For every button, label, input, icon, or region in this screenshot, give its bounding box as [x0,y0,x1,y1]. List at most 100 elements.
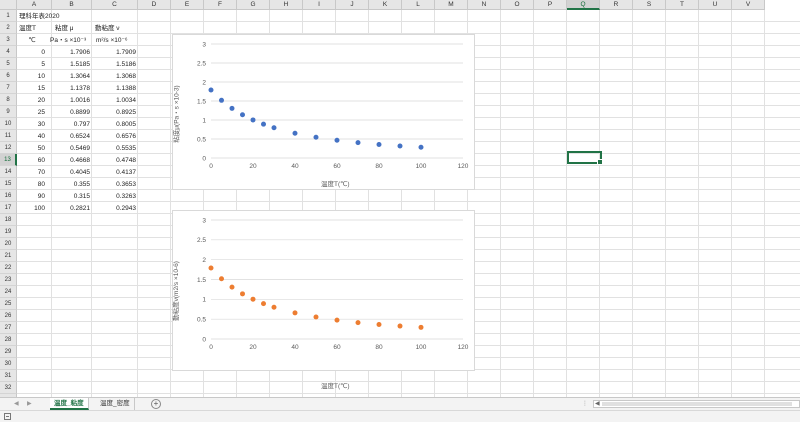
row-header-29[interactable]: 29 [0,346,17,358]
row-header-31[interactable]: 31 [0,370,17,382]
cell-viscosity[interactable]: 0.6524 [52,131,92,143]
column-header-H[interactable]: H [270,0,303,10]
row-header-32[interactable]: 32 [0,382,17,394]
column-header-N[interactable]: N [468,0,501,10]
macro-record-icon[interactable] [4,413,11,420]
cell-kinematic-viscosity[interactable]: 0.2943 [92,203,138,215]
row-header-8[interactable]: 8 [0,94,17,106]
column-header-M[interactable]: M [435,0,468,10]
row-header-5[interactable]: 5 [0,58,17,70]
scroll-left-arrow-icon[interactable]: ◀ [595,400,600,407]
horizontal-scrollbar[interactable]: ◀ [593,400,800,408]
row-header-26[interactable]: 26 [0,310,17,322]
cell-viscosity[interactable]: 0.315 [52,191,92,203]
row-header-3[interactable]: 3 [0,34,17,46]
cell-C2-kinematic-viscosity-header[interactable]: 動粘度 ν [93,23,122,35]
row-header-16[interactable]: 16 [0,190,17,202]
cell-temperature[interactable]: 20 [17,95,47,107]
column-header-F[interactable]: F [204,0,237,10]
tab-temperature-density[interactable]: 温度_密度 [96,398,135,410]
tab-temperature-viscosity[interactable]: 温度_粘度 [50,398,89,410]
row-header-22[interactable]: 22 [0,262,17,274]
row-header-11[interactable]: 11 [0,130,17,142]
cell-C3-unit[interactable]: m²/s ×10⁻⁶ [94,35,130,47]
tab-split-handle-icon[interactable]: ⋮ [582,400,588,407]
row-header-17[interactable]: 17 [0,202,17,214]
column-header-I[interactable]: I [303,0,336,10]
cell-kinematic-viscosity[interactable]: 1.3068 [92,71,138,83]
cell-kinematic-viscosity[interactable]: 0.8925 [92,107,138,119]
cell-A2-temperature-header[interactable]: 温度T [17,23,38,35]
row-header-20[interactable]: 20 [0,238,17,250]
cell-viscosity[interactable]: 0.5469 [52,143,92,155]
column-header-U[interactable]: U [699,0,732,10]
row-header-12[interactable]: 12 [0,142,17,154]
row-header-25[interactable]: 25 [0,298,17,310]
row-header-10[interactable]: 10 [0,118,17,130]
cell-temperature[interactable]: 40 [17,131,47,143]
cell-temperature[interactable]: 80 [17,179,47,191]
cell-kinematic-viscosity[interactable]: 0.3653 [92,179,138,191]
row-header-13[interactable]: 13 [0,154,17,166]
prev-sheet-arrow-icon[interactable]: ◀ [14,400,19,407]
worksheet-grid[interactable]: ABCDEFGHIJKLMNOPQRSTUV 1 2 3 4 5 6 7 8 9 10 11 12 13… [0,0,800,397]
column-header-B[interactable]: B [52,0,92,10]
row-header-14[interactable]: 14 [0,166,17,178]
cell-temperature[interactable]: 0 [17,47,47,59]
next-sheet-arrow-icon[interactable]: ▶ [27,400,32,407]
column-header-E[interactable]: E [171,0,204,10]
row-header-28[interactable]: 28 [0,334,17,346]
cell-viscosity[interactable]: 0.4045 [52,167,92,179]
cell-viscosity[interactable]: 0.355 [52,179,92,191]
kinematic-viscosity-chart[interactable]: 0 0.5 1 1.5 2 2.5 3 0 20 40 60 80 100 120 動粘度ν(m2/s ×… [172,210,475,390]
cell-temperature[interactable]: 70 [17,167,47,179]
cell-temperature[interactable]: 30 [17,119,47,131]
column-header-O[interactable]: O [501,0,534,10]
cell-kinematic-viscosity[interactable]: 1.1388 [92,83,138,95]
cell-viscosity[interactable]: 1.7906 [52,47,92,59]
column-header-C[interactable]: C [92,0,138,10]
cell-temperature[interactable]: 100 [17,203,47,215]
row-header-19[interactable]: 19 [0,226,17,238]
cell-temperature[interactable]: 90 [17,191,47,203]
column-header-V[interactable]: V [732,0,765,10]
cell-kinematic-viscosity[interactable]: 0.4137 [92,167,138,179]
cell-kinematic-viscosity[interactable]: 0.8005 [92,119,138,131]
row-header-24[interactable]: 24 [0,286,17,298]
cell-temperature[interactable]: 10 [17,71,47,83]
select-all-corner[interactable] [0,0,17,10]
cell-temperature[interactable]: 60 [17,155,47,167]
cell-temperature[interactable]: 5 [17,59,47,71]
cell-temperature[interactable]: 25 [17,107,47,119]
cell-viscosity[interactable]: 0.4668 [52,155,92,167]
cell-B2-viscosity-header[interactable]: 粘度 μ [53,23,76,35]
row-header-18[interactable]: 18 [0,214,17,226]
selected-cell-Q13[interactable] [567,151,603,165]
column-header-P[interactable]: P [534,0,567,10]
row-header-7[interactable]: 7 [0,82,17,94]
row-header-21[interactable]: 21 [0,250,17,262]
row-header-23[interactable]: 23 [0,274,17,286]
cell-viscosity[interactable]: 1.0016 [52,95,92,107]
column-header-G[interactable]: G [237,0,270,10]
row-header-6[interactable]: 6 [0,70,17,82]
cell-kinematic-viscosity[interactable]: 0.3263 [92,191,138,203]
cell-viscosity[interactable]: 1.1378 [52,83,92,95]
cell-viscosity[interactable]: 1.5185 [52,59,92,71]
cell-kinematic-viscosity[interactable]: 0.4748 [92,155,138,167]
row-header-30[interactable]: 30 [0,358,17,370]
cell-kinematic-viscosity[interactable]: 1.7909 [92,47,138,59]
column-header-D[interactable]: D [138,0,171,10]
row-header-15[interactable]: 15 [0,178,17,190]
column-header-K[interactable]: K [369,0,402,10]
cell-temperature[interactable]: 15 [17,83,47,95]
cell-kinematic-viscosity[interactable]: 1.0034 [92,95,138,107]
cell-viscosity[interactable]: 1.3064 [52,71,92,83]
cell-A1-title[interactable]: 理科年表2020 [17,11,61,23]
row-header-1[interactable]: 1 [0,10,17,22]
row-header-2[interactable]: 2 [0,22,17,34]
column-header-T[interactable]: T [666,0,699,10]
cell-viscosity[interactable]: 0.2821 [52,203,92,215]
cell-B3-unit[interactable]: Pa・s ×10⁻³ [48,35,88,47]
cell-kinematic-viscosity[interactable]: 0.5535 [92,143,138,155]
